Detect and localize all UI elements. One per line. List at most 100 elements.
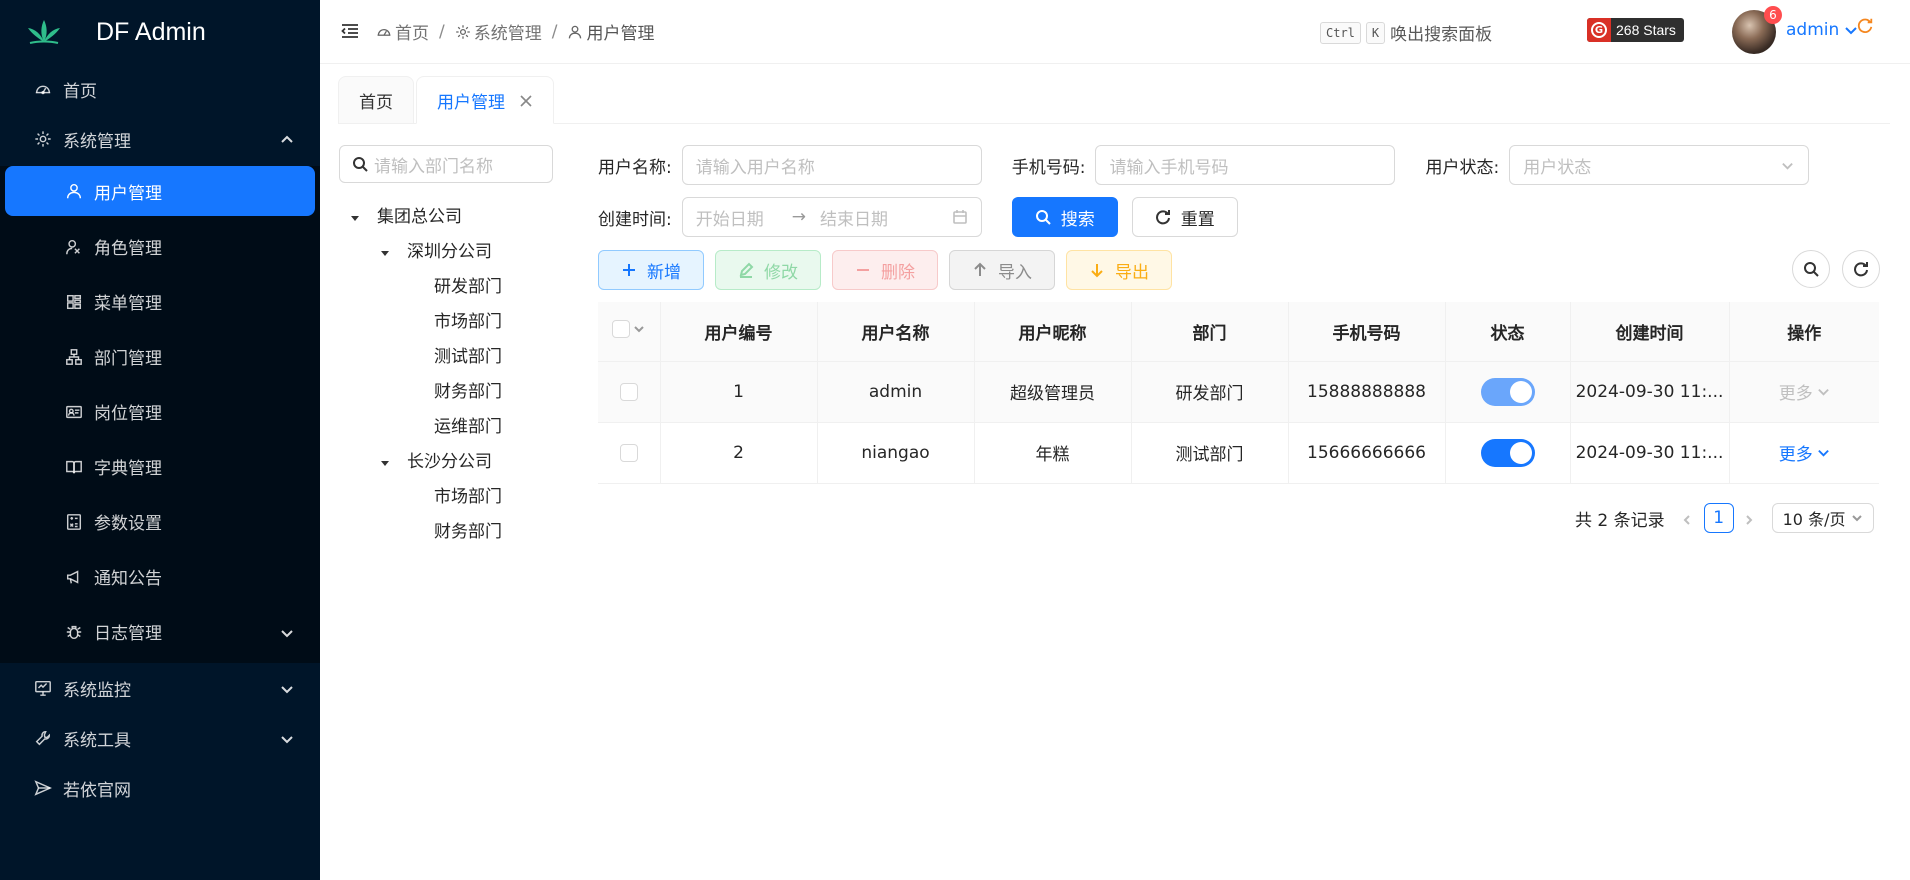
caret-down-icon[interactable]: [379, 454, 391, 466]
gitee-stars-badge[interactable]: G 268 Stars: [1587, 18, 1684, 42]
menu-fold-icon[interactable]: [340, 21, 362, 43]
chevron-down-icon: [1852, 515, 1863, 522]
sidebar-item-config[interactable]: 参数设置: [0, 494, 320, 549]
tree-node-leaf[interactable]: 市场部门: [339, 477, 553, 512]
tree-node-leaf[interactable]: 市场部门: [339, 302, 553, 337]
tree-node-branch[interactable]: 深圳分公司: [339, 232, 553, 267]
dept-search-input[interactable]: 请输入部门名称: [339, 145, 553, 183]
page-number[interactable]: 1: [1703, 503, 1734, 533]
sidebar-item-label: 用户管理: [94, 183, 162, 204]
table-toolbar: 新增 修改 删除 导入 导出: [598, 250, 1172, 290]
date-range-picker[interactable]: 开始日期 → 结束日期: [681, 197, 982, 237]
tree-node-leaf[interactable]: 运维部门: [339, 407, 553, 442]
sidebar-item-label: 日志管理: [94, 624, 162, 644]
page-size-select[interactable]: 10 条/页: [1771, 503, 1875, 533]
tree-node-leaf[interactable]: 测试部门: [339, 337, 553, 372]
sidebar-item-label: 首页: [63, 81, 97, 102]
cell-nickname: 年糕: [974, 422, 1132, 484]
avatar-wrapper[interactable]: 6: [1732, 6, 1782, 54]
tree-node-leaf[interactable]: 研发部门: [339, 267, 553, 302]
sidebar-item-website[interactable]: 若依官网: [0, 763, 320, 813]
toggle-search-button[interactable]: [1792, 250, 1830, 288]
caret-down-icon[interactable]: [349, 209, 361, 221]
status-switch[interactable]: [1480, 438, 1535, 467]
phone-input[interactable]: 请输入手机号码: [1095, 145, 1396, 185]
prev-page-icon[interactable]: [1681, 511, 1695, 525]
column-header: 用户编号: [660, 302, 818, 362]
dept-icon: [64, 347, 84, 367]
search-icon: [1804, 262, 1819, 277]
monitor-icon: [33, 678, 53, 698]
cell-dept: 研发部门: [1131, 361, 1289, 423]
breadcrumb-system[interactable]: 系统管理: [455, 19, 542, 44]
import-button[interactable]: 导入: [949, 250, 1055, 290]
chevron-down-icon[interactable]: [633, 323, 645, 335]
table-row: 1 admin 超级管理员 研发部门 15888888888 2024-09-3…: [598, 361, 1879, 423]
more-actions-dropdown[interactable]: 更多: [1779, 440, 1830, 465]
tab-users[interactable]: 用户管理: [416, 76, 554, 124]
more-actions-dropdown[interactable]: 更多: [1779, 379, 1830, 404]
refresh-table-button[interactable]: [1842, 250, 1880, 288]
next-page-icon[interactable]: [1743, 511, 1757, 525]
query-row-1: 用户名称: 请输入用户名称 手机号码: 请输入手机号码 用户状态: 用户状态: [598, 145, 1810, 185]
sidebar-item-logs[interactable]: 日志管理: [0, 604, 320, 659]
column-header: 部门: [1131, 302, 1289, 362]
logo[interactable]: DF Admin: [0, 0, 320, 64]
add-button[interactable]: 新增: [598, 250, 704, 290]
status-select[interactable]: 用户状态: [1509, 145, 1810, 185]
caret-down-icon[interactable]: [379, 244, 391, 256]
user-dropdown[interactable]: admin: [1786, 20, 1858, 40]
sidebar-item-label: 参数设置: [94, 514, 162, 534]
column-header: 创建时间: [1570, 302, 1730, 362]
column-header: 手机号码: [1288, 302, 1446, 362]
sidebar-item-depts[interactable]: 部门管理: [0, 329, 320, 384]
row-checkbox[interactable]: [619, 443, 638, 462]
search-hint-text: 唤出搜索面板: [1390, 25, 1493, 45]
refresh-icon[interactable]: [1856, 17, 1874, 35]
select-all-checkbox[interactable]: [612, 319, 631, 338]
breadcrumb-separator: /: [551, 21, 558, 42]
column-header: 用户昵称: [974, 302, 1132, 362]
sidebar-item-label: 角色管理: [94, 239, 162, 259]
breadcrumb-home[interactable]: 首页: [376, 19, 429, 44]
sidebar-item-roles[interactable]: 角色管理: [0, 219, 320, 274]
tree-node-leaf[interactable]: 财务部门: [339, 512, 553, 547]
start-date-input[interactable]: 开始日期: [696, 205, 764, 230]
row-checkbox[interactable]: [619, 382, 638, 401]
chevron-down-icon: [280, 625, 294, 639]
tab-home[interactable]: 首页: [338, 76, 414, 124]
sidebar-item-menus[interactable]: 菜单管理: [0, 274, 320, 329]
tree-node-leaf[interactable]: 财务部门: [339, 372, 553, 407]
edit-button[interactable]: 修改: [715, 250, 821, 290]
status-switch[interactable]: [1480, 377, 1535, 406]
sidebar-item-tools[interactable]: 系统工具: [0, 713, 320, 763]
reload-icon: [1854, 262, 1868, 277]
top-header: 首页 / 系统管理 / 用户管理 Ctrl K 唤出搜索面板 G 268 Sta…: [320, 0, 1910, 64]
close-icon[interactable]: [519, 93, 533, 107]
sidebar-item-dicts[interactable]: 字典管理: [0, 439, 320, 494]
username-input[interactable]: 请输入用户名称: [681, 145, 982, 185]
export-button[interactable]: 导出: [1066, 250, 1172, 290]
sidebar-item-notices[interactable]: 通知公告: [0, 549, 320, 604]
phone-label: 手机号码:: [1011, 157, 1086, 178]
tool-icon: [33, 728, 53, 748]
sidebar-item-monitor[interactable]: 系统监控: [0, 663, 320, 713]
chevron-down-icon: [1782, 162, 1794, 170]
select-all-header[interactable]: [598, 302, 661, 362]
reset-button[interactable]: 重置: [1131, 197, 1238, 237]
tree-node-root[interactable]: 集团总公司: [339, 197, 553, 232]
stars-count: 268 Stars: [1616, 22, 1676, 38]
search-panel-hint[interactable]: Ctrl K 唤出搜索面板: [1320, 20, 1492, 45]
end-date-input[interactable]: 结束日期: [820, 205, 888, 230]
sidebar-item-home[interactable]: 首页: [0, 64, 320, 114]
cell-created: 2024-09-30 11:...: [1570, 361, 1730, 423]
sidebar-item-posts[interactable]: 岗位管理: [0, 384, 320, 439]
delete-button[interactable]: 删除: [832, 250, 938, 290]
edit-icon: [739, 262, 754, 278]
user-table: 用户编号 用户名称 用户昵称 部门 手机号码 状态 创建时间 操作 1 admi…: [598, 302, 1879, 484]
tree-node-branch[interactable]: 长沙分公司: [339, 442, 553, 477]
book-icon: [64, 457, 84, 477]
sidebar-item-system[interactable]: 系统管理: [0, 114, 320, 164]
sidebar-item-users[interactable]: 用户管理: [5, 166, 315, 216]
search-button[interactable]: 搜索: [1011, 197, 1118, 237]
